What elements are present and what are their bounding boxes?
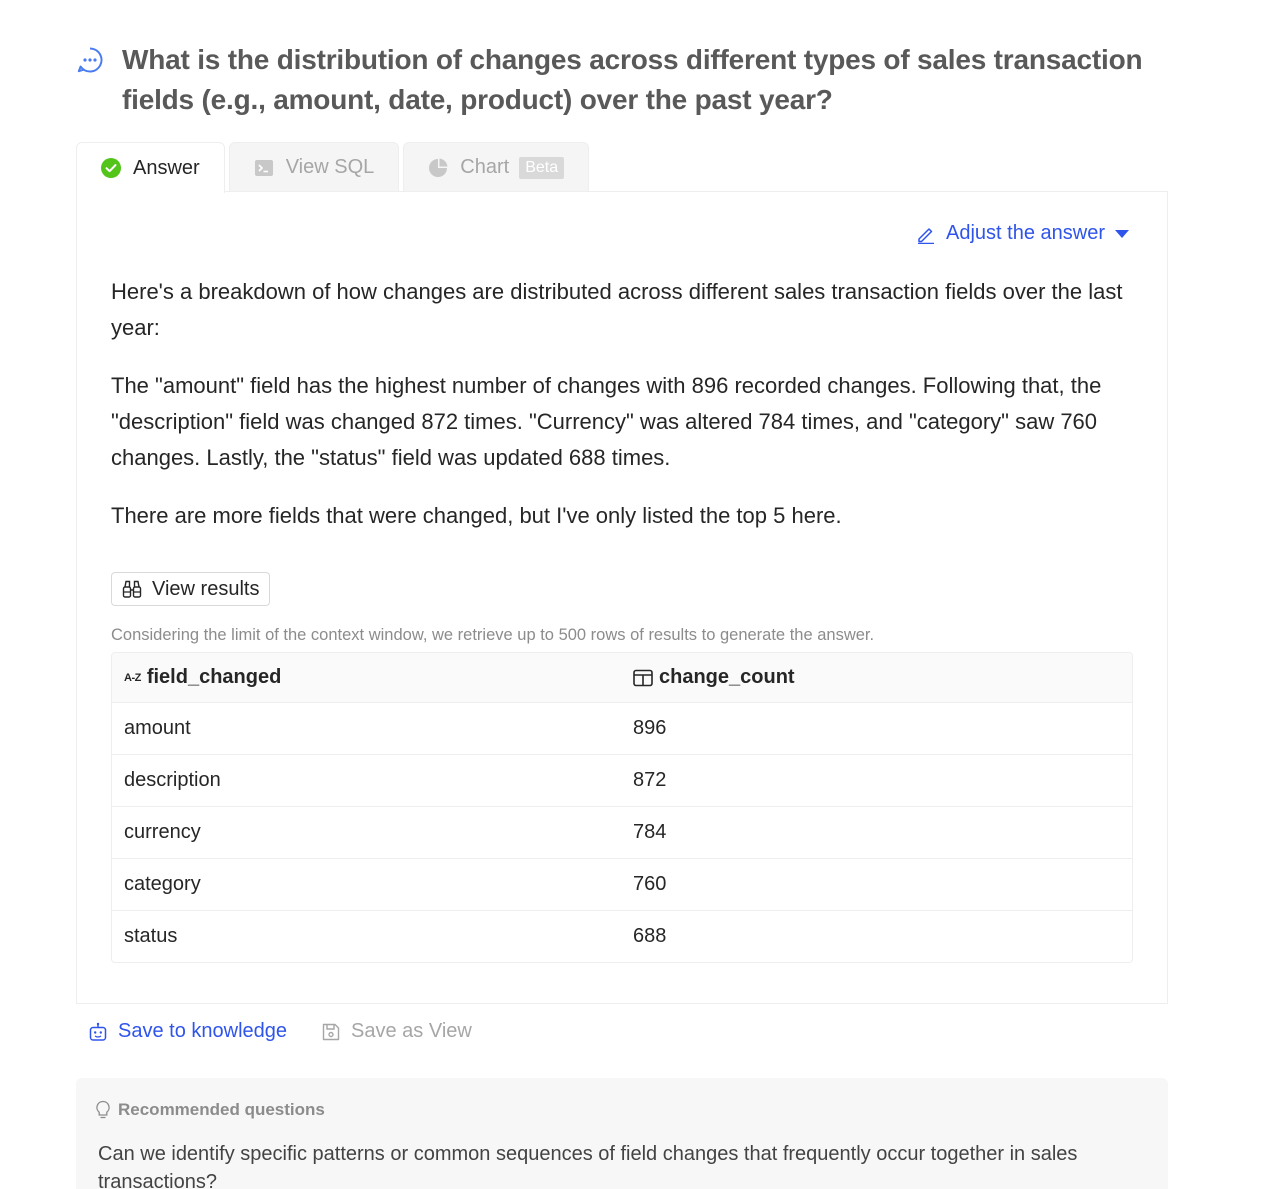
save-icon	[322, 1023, 340, 1040]
table-header-row: A-Z field_changed change_count	[112, 653, 1132, 702]
save-to-knowledge-button[interactable]: Save to knowledge	[88, 1020, 287, 1043]
table-row: category 760	[112, 858, 1132, 910]
results-table: A-Z field_changed change_count amount 89…	[111, 652, 1133, 963]
lightbulb-icon	[96, 1100, 110, 1119]
check-circle-icon	[101, 158, 121, 178]
terminal-icon	[254, 159, 273, 176]
answer-panel: Adjust the answer Here's a breakdown of …	[76, 191, 1168, 1004]
header-label: field_changed	[146, 666, 282, 688]
save-to-knowledge-label: Save to knowledge	[118, 1020, 288, 1042]
cell-field: description	[124, 769, 221, 791]
tab-answer-label: Answer	[133, 156, 200, 179]
cell-count: 896	[633, 717, 667, 739]
recommended-header: Recommended questions	[94, 1100, 325, 1120]
chat-bubble-icon	[77, 47, 103, 73]
tab-answer[interactable]: Answer	[76, 142, 225, 193]
table-row: amount 896	[112, 702, 1132, 754]
binoculars-icon	[122, 580, 142, 598]
tab-chart-label: Chart	[460, 156, 510, 178]
beta-badge: Beta	[519, 156, 565, 179]
cell-count: 760	[633, 873, 667, 895]
answer-tabs: Answer View SQL Chart Beta	[76, 142, 593, 193]
number-column-icon	[633, 669, 653, 686]
question-text: What is the distribution of changes acro…	[122, 44, 1143, 115]
table-row: status 688	[112, 910, 1132, 962]
tab-chart[interactable]: Chart Beta	[403, 142, 590, 192]
header-field-changed: A-Z field_changed	[112, 666, 621, 689]
tab-view-sql-label: View SQL	[285, 156, 375, 178]
recommended-question-item[interactable]: Can we identify specific patterns or com…	[98, 1140, 1148, 1189]
answer-text: Here's a breakdown of how changes are di…	[111, 274, 1141, 556]
cell-count: 688	[633, 925, 667, 947]
view-results-label: View results	[152, 577, 260, 600]
adjust-answer-label: Adjust the answer	[946, 222, 1105, 244]
cell-field: currency	[124, 821, 201, 843]
save-as-view-label: Save as View	[351, 1020, 472, 1042]
answer-paragraph: The "amount" field has the highest numbe…	[111, 373, 1102, 470]
question-header: What is the distribution of changes acro…	[76, 40, 1168, 120]
caret-down-icon	[1115, 229, 1129, 238]
answer-paragraph: Here's a breakdown of how changes are di…	[111, 279, 1123, 340]
pie-chart-icon	[429, 158, 448, 177]
cell-field: status	[124, 925, 178, 947]
table-row: currency 784	[112, 806, 1132, 858]
answer-paragraph: There are more fields that were changed,…	[111, 503, 842, 528]
table-row: description 872	[112, 754, 1132, 806]
tab-view-sql[interactable]: View SQL	[228, 142, 400, 192]
adjust-answer-button[interactable]: Adjust the answer	[916, 222, 1129, 245]
cell-count: 784	[633, 821, 667, 843]
robot-icon	[89, 1022, 107, 1041]
answer-actions: Save to knowledge Save as View	[88, 1020, 506, 1043]
view-results-button[interactable]: View results	[111, 572, 271, 606]
cell-field: category	[124, 873, 201, 895]
recommended-questions: Recommended questions Can we identify sp…	[76, 1078, 1168, 1189]
cell-count: 872	[633, 769, 667, 791]
header-label: change_count	[659, 666, 795, 688]
context-note: Considering the limit of the context win…	[111, 626, 875, 644]
save-as-view-button[interactable]: Save as View	[321, 1020, 472, 1043]
recommended-title: Recommended questions	[118, 1100, 325, 1119]
header-change-count: change_count	[621, 666, 1132, 689]
text-type-icon: A-Z	[124, 671, 141, 684]
pencil-icon	[918, 227, 935, 244]
cell-field: amount	[124, 717, 191, 739]
